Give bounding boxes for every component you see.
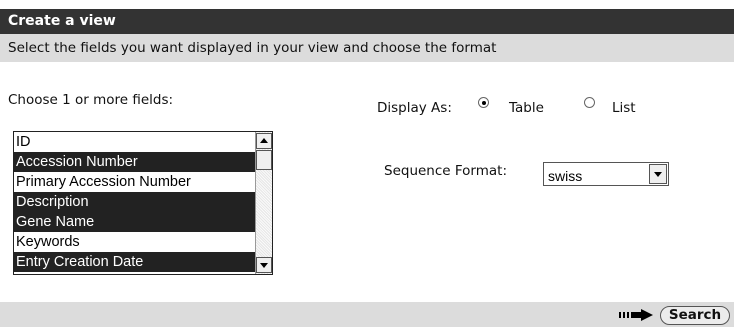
list-item[interactable]: Description — [14, 192, 256, 212]
instructions-text: Select the fields you want displayed in … — [8, 40, 497, 56]
fields-listbox[interactable]: ID Accession Number Primary Accession Numb… — [13, 131, 273, 275]
sequence-format-select[interactable]: swiss — [543, 162, 669, 186]
list-item[interactable]: Entry Creation Date — [14, 252, 256, 272]
sequence-format-label: Sequence Format: — [384, 163, 508, 179]
list-item[interactable]: Keywords — [14, 232, 256, 252]
list-item[interactable]: Gene Name — [14, 212, 256, 232]
list-item[interactable]: Primary Accession Number — [14, 172, 256, 192]
scroll-up-button[interactable] — [256, 133, 272, 149]
scroll-thumb[interactable] — [256, 150, 272, 170]
radio-list-label[interactable]: List — [612, 100, 636, 116]
radio-table[interactable] — [478, 97, 489, 108]
chevron-up-icon — [260, 138, 268, 143]
radio-selected-dot — [481, 100, 486, 105]
radio-list[interactable] — [584, 97, 595, 108]
sequence-format-value: swiss — [548, 168, 583, 184]
fields-list: ID Accession Number Primary Accession Numb… — [14, 132, 256, 272]
scroll-down-button[interactable] — [256, 257, 272, 273]
fields-label: Choose 1 or more fields: — [8, 92, 174, 108]
chevron-down-icon — [654, 172, 662, 177]
arrow-right-icon — [619, 309, 653, 321]
page-title: Create a view — [8, 13, 116, 29]
select-dropdown-button[interactable] — [649, 164, 667, 184]
chevron-down-icon — [260, 263, 268, 268]
header-bar: Create a view — [0, 9, 734, 34]
search-button[interactable]: Search — [660, 306, 730, 325]
subheader-bar: Select the fields you want displayed in … — [0, 34, 734, 62]
list-item[interactable]: ID — [14, 132, 256, 152]
footer-bar: Search — [0, 302, 734, 327]
list-item[interactable]: Accession Number — [14, 152, 256, 172]
display-as-label: Display As: — [377, 100, 452, 116]
radio-table-label[interactable]: Table — [509, 100, 544, 116]
listbox-scrollbar[interactable] — [255, 132, 272, 274]
